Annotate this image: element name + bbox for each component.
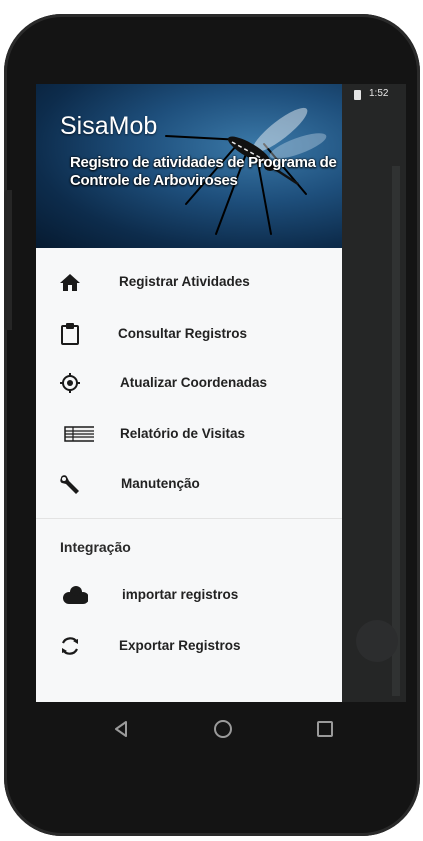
app-subtitle: Registro de atividades de Programa de Co… [70,154,337,189]
menu-item-registrar-atividades[interactable]: Registrar Atividades [36,260,342,304]
drawer-header: SisaMob Registro de atividades de Progra… [36,84,342,248]
menu-item-label: Consultar Registros [118,326,248,341]
clipboard-icon [61,323,79,345]
cloud-icon [63,586,88,604]
menu-item-consultar-registros[interactable]: Consultar Registros [36,312,342,356]
menu-item-importar-registros[interactable]: importar registros [36,573,342,617]
navigation-bar [36,702,406,756]
background-fab [356,620,398,662]
menu-item-manutencao[interactable]: Manutenção [36,462,342,506]
side-button [4,190,12,330]
menu-item-label: Manutenção [121,476,200,491]
background-app-bar [392,166,400,696]
menu-item-label: Atualizar Coordenadas [120,375,268,390]
navigation-drawer: SisaMob Registro de atividades de Progra… [36,84,342,702]
menu-item-label: Registrar Atividades [119,274,250,289]
gps-fixed-icon [60,373,80,393]
menu-divider [36,518,342,519]
status-time: 1:52 [369,88,389,99]
menu-item-label: importar registros [122,587,239,602]
menu-item-relatorio-de-visitas[interactable]: Relatório de Visitas [36,412,342,456]
section-title-integracao: Integração [60,539,131,555]
list-icon [64,426,94,442]
menu-item-atualizar-coordenadas[interactable]: Atualizar Coordenadas [36,361,342,405]
battery-icon [354,90,361,100]
recents-button[interactable] [317,721,333,737]
home-icon [60,274,80,291]
menu-item-label: Exportar Registros [119,638,241,653]
back-button[interactable] [114,721,128,737]
app-name: SisaMob [60,112,158,140]
sync-icon [62,637,78,655]
menu-item-exportar-registros[interactable]: Exportar Registros [36,624,342,668]
screen: 1:52 SisaMob Registro de atividades de P… [36,84,406,702]
wrench-icon [60,475,79,494]
home-button[interactable] [214,720,232,738]
menu-item-label: Relatório de Visitas [120,426,246,441]
